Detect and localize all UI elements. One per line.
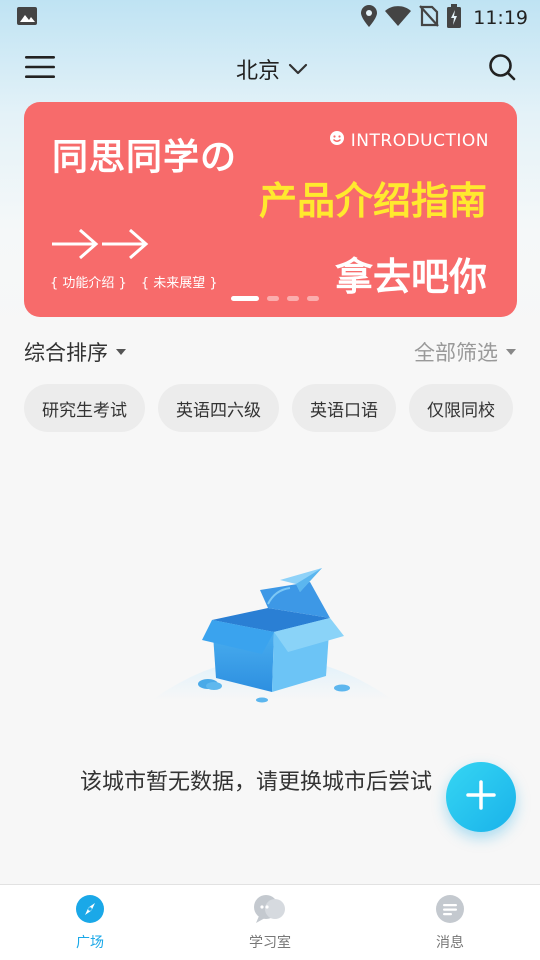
bottom-nav: 广场 学习室 消息 bbox=[0, 884, 540, 960]
nav-item-study-room[interactable]: 学习室 bbox=[180, 885, 360, 960]
banner-subtitle: 产品介绍指南 bbox=[258, 179, 487, 223]
pagination-dot-active[interactable] bbox=[231, 296, 259, 301]
message-icon bbox=[435, 894, 465, 928]
nav-label: 广场 bbox=[76, 934, 104, 951]
compass-icon bbox=[75, 894, 105, 928]
chat-bubbles-icon bbox=[253, 894, 287, 928]
nav-item-messages[interactable]: 消息 bbox=[360, 885, 540, 960]
menu-icon[interactable] bbox=[24, 54, 56, 84]
chip-same-school[interactable]: 仅限同校 bbox=[409, 384, 513, 432]
banner-intro: INTRODUCTION bbox=[329, 130, 489, 151]
caret-down-icon bbox=[116, 349, 126, 355]
banner-slogan: 拿去吧你 bbox=[334, 255, 487, 299]
battery-charging-icon bbox=[447, 4, 462, 32]
sort-dropdown[interactable]: 综合排序 bbox=[24, 337, 126, 367]
category-chips: 研究生考试 英语四六级 英语口语 仅限同校 bbox=[24, 384, 540, 432]
wifi-icon bbox=[385, 6, 412, 30]
chip-postgraduate-exam[interactable]: 研究生考试 bbox=[24, 384, 145, 432]
status-bar: 11:19 bbox=[0, 0, 540, 36]
sort-filter-bar: 综合排序 全部筛选 bbox=[0, 334, 540, 370]
banner-intro-text: INTRODUCTION bbox=[350, 130, 489, 151]
pagination-dot[interactable] bbox=[287, 296, 299, 301]
smiley-icon bbox=[329, 130, 345, 151]
gallery-notification-icon bbox=[16, 6, 38, 30]
pagination-dot[interactable] bbox=[307, 296, 319, 301]
nav-item-square[interactable]: 广场 bbox=[0, 885, 180, 960]
chip-cet-4-6[interactable]: 英语四六级 bbox=[158, 384, 279, 432]
chevron-down-icon bbox=[288, 60, 308, 79]
banner-pagination bbox=[231, 296, 319, 301]
caret-down-icon bbox=[506, 349, 516, 355]
add-button[interactable] bbox=[446, 762, 516, 832]
banner-tags: { 功能介绍 } { 未来展望 } bbox=[50, 272, 218, 291]
empty-state-message: 该城市暂无数据，请更换城市后尝试 bbox=[80, 770, 433, 795]
location-icon bbox=[361, 5, 378, 31]
plus-icon bbox=[465, 779, 497, 815]
filter-dropdown[interactable]: 全部筛选 bbox=[414, 337, 516, 367]
empty-box-illustration bbox=[150, 560, 395, 714]
nav-label: 学习室 bbox=[249, 934, 291, 951]
header: 北京 bbox=[0, 44, 540, 94]
chip-oral-english[interactable]: 英语口语 bbox=[292, 384, 396, 432]
banner-tag: { 功能介绍 } bbox=[50, 276, 127, 291]
double-arrow-icon bbox=[50, 226, 150, 266]
banner-tag: { 未来展望 } bbox=[140, 276, 218, 291]
city-name: 北京 bbox=[235, 59, 280, 84]
promo-banner[interactable]: 同思同学の INTRODUCTION 产品介绍指南 { 功能介绍 } { 未来展… bbox=[24, 102, 517, 317]
sort-label: 综合排序 bbox=[24, 341, 108, 365]
status-time: 11:19 bbox=[473, 7, 528, 29]
banner-title: 同思同学の bbox=[52, 137, 238, 178]
city-selector[interactable]: 北京 bbox=[236, 53, 308, 85]
no-sim-icon bbox=[419, 5, 440, 31]
search-icon[interactable] bbox=[488, 53, 516, 85]
pagination-dot[interactable] bbox=[267, 296, 279, 301]
filter-label: 全部筛选 bbox=[414, 341, 498, 365]
nav-label: 消息 bbox=[436, 934, 464, 951]
